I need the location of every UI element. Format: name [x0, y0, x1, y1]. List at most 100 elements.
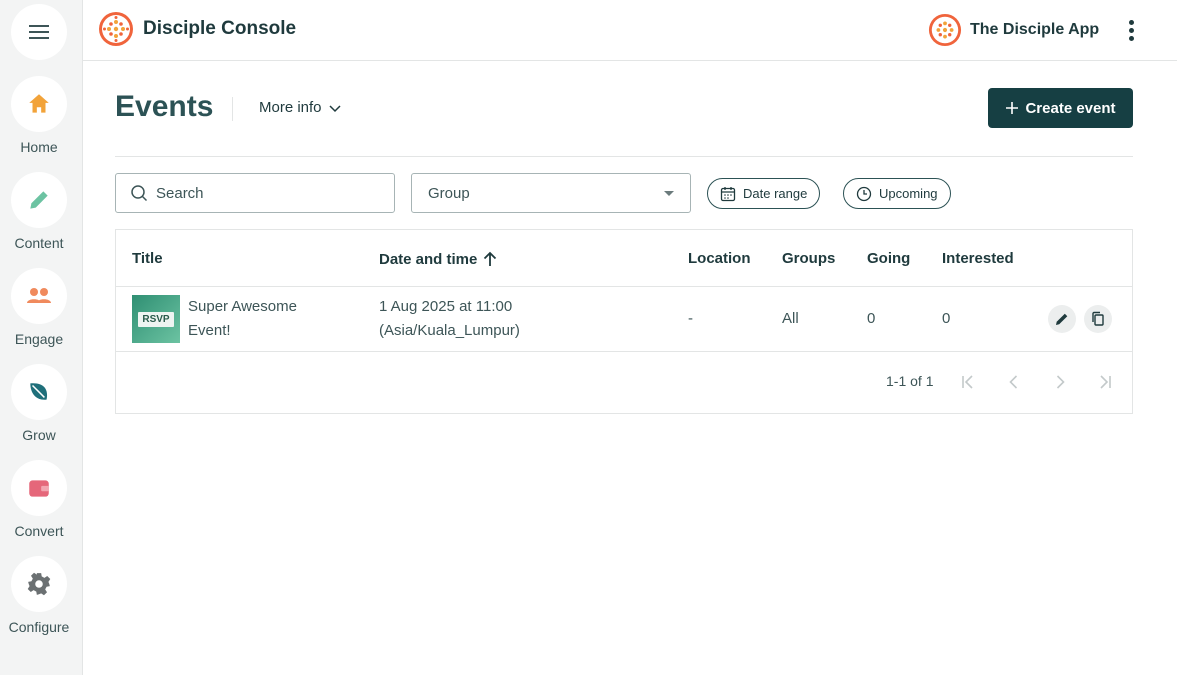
chevron-right-icon [1056, 375, 1065, 389]
copy-icon [1092, 311, 1104, 326]
thumbnail-text: RSVP [138, 311, 174, 327]
page-title: Events [115, 90, 214, 123]
date-range-label: Date range [743, 186, 808, 201]
search-field[interactable] [115, 173, 395, 213]
sidebar-item-engage[interactable]: Engage [0, 268, 78, 347]
events-table: Title Date and time Location Groups Goin… [115, 229, 1133, 414]
group-select[interactable]: Group [411, 173, 691, 213]
last-page-icon [1100, 375, 1111, 389]
sidebar: Home Content Engage Grow Convert Configu… [0, 0, 83, 675]
nav-circle [11, 556, 67, 612]
event-title-line: Super Awesome [188, 298, 297, 315]
nav-circle [11, 172, 67, 228]
top-header: Disciple Console The Disciple App [83, 0, 1177, 61]
sidebar-item-label: Engage [14, 331, 64, 347]
column-header-label: Location [688, 250, 751, 267]
previous-page-button[interactable] [1002, 370, 1026, 394]
next-page-button[interactable] [1048, 370, 1072, 394]
chevron-down-icon [329, 104, 341, 112]
brand[interactable]: Disciple Console [98, 11, 296, 47]
column-header-date[interactable]: Date and time [379, 250, 499, 268]
title-divider [232, 97, 233, 121]
event-going-count: 0 [867, 310, 876, 327]
event-title[interactable]: Super Awesome Event! [188, 295, 297, 343]
chevron-left-icon [1009, 375, 1018, 389]
event-location: - [688, 310, 693, 327]
column-header-label: Date and time [379, 250, 478, 268]
nav-circle [11, 364, 67, 420]
column-header-label: Going [867, 250, 911, 267]
nav-circle [11, 268, 67, 324]
event-groups: All [782, 310, 799, 327]
column-header-going[interactable]: Going [867, 250, 910, 267]
group-select-label: Group [428, 184, 470, 202]
sidebar-item-configure[interactable]: Configure [0, 556, 78, 635]
more-info-toggle[interactable]: More info [259, 99, 342, 116]
nav-circle [11, 76, 67, 132]
sidebar-item-home[interactable]: Home [0, 76, 78, 155]
nav-circle [11, 460, 67, 516]
sidebar-item-grow[interactable]: Grow [0, 364, 78, 443]
pencil-icon [30, 191, 48, 209]
home-icon [29, 94, 49, 113]
upcoming-chip[interactable]: Upcoming [843, 178, 951, 209]
sidebar-item-label: Home [20, 139, 58, 155]
event-thumbnail: RSVP [132, 295, 180, 343]
app-logo-icon [928, 13, 962, 47]
kebab-dot [1128, 27, 1134, 33]
kebab-dot [1128, 35, 1134, 41]
create-event-button[interactable]: Create event [988, 88, 1133, 128]
caret-down-icon [664, 190, 674, 196]
event-interested-count: 0 [942, 310, 951, 327]
pagination-range: 1-1 of 1 [886, 373, 934, 389]
search-input[interactable] [156, 184, 376, 202]
app-switcher[interactable]: The Disciple App [928, 13, 1099, 47]
column-header-label: Interested [942, 250, 1014, 267]
calendar-icon [720, 186, 736, 201]
column-header-interested[interactable]: Interested [942, 250, 1014, 267]
sidebar-item-label: Configure [8, 619, 70, 635]
hamburger-icon [29, 25, 49, 39]
sidebar-item-label: Grow [22, 427, 56, 443]
column-header-label: Title [132, 250, 163, 267]
people-icon [27, 288, 51, 303]
column-header-label: Groups [782, 250, 836, 267]
clock-icon [856, 186, 872, 201]
row-divider [116, 351, 1132, 352]
event-timezone-line: (Asia/Kuala_Lumpur) [379, 322, 520, 339]
event-date: 1 Aug 2025 at 11:00 (Asia/Kuala_Lumpur) [379, 295, 520, 343]
upcoming-label: Upcoming [879, 186, 938, 201]
first-page-icon [962, 375, 973, 389]
more-info-label: More info [259, 99, 322, 116]
gear-icon [27, 572, 51, 596]
edit-event-button[interactable] [1048, 305, 1076, 333]
sort-ascending-icon [484, 251, 497, 266]
brand-title: Disciple Console [143, 18, 297, 39]
plus-icon [1006, 102, 1019, 114]
last-page-button[interactable] [1093, 370, 1117, 394]
sidebar-item-label: Content [14, 235, 64, 251]
column-header-title[interactable]: Title [132, 250, 163, 267]
disciple-logo-icon [99, 12, 133, 46]
date-range-chip[interactable]: Date range [707, 178, 821, 209]
column-header-groups[interactable]: Groups [782, 250, 835, 267]
event-date-line: 1 Aug 2025 at 11:00 [379, 298, 513, 315]
more-options-button[interactable] [1119, 18, 1143, 42]
table-row[interactable]: RSVP Super Awesome Event! 1 Aug 2025 at … [116, 287, 1132, 351]
wallet-icon [29, 480, 49, 497]
event-title-line: Event! [188, 322, 231, 339]
app-name: The Disciple App [970, 21, 1100, 38]
first-page-button[interactable] [956, 370, 980, 394]
create-event-label: Create event [1025, 99, 1116, 117]
kebab-dot [1128, 19, 1134, 25]
column-header-location[interactable]: Location [688, 250, 751, 267]
sidebar-item-label: Convert [14, 523, 64, 539]
duplicate-event-button[interactable] [1084, 305, 1112, 333]
leaf-icon [30, 383, 48, 400]
menu-toggle-button[interactable] [11, 4, 67, 60]
search-icon [131, 185, 148, 202]
divider [115, 156, 1133, 157]
pencil-icon [1056, 313, 1068, 325]
sidebar-item-convert[interactable]: Convert [0, 460, 78, 539]
sidebar-item-content[interactable]: Content [0, 172, 78, 251]
